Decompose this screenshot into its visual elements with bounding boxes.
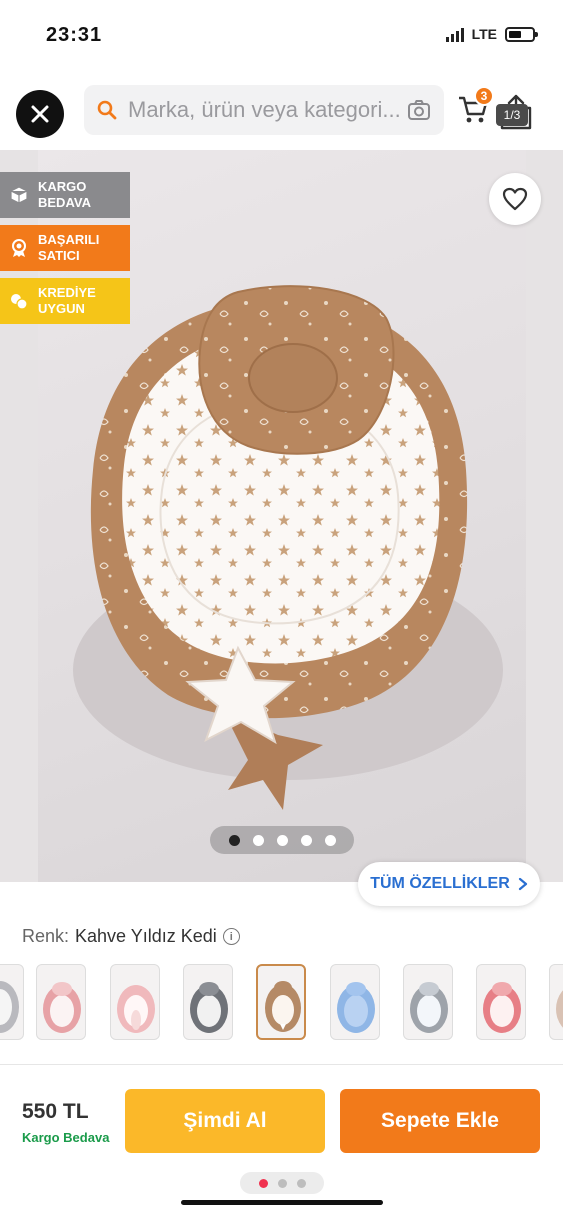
badge-line2: BEDAVA	[38, 195, 91, 210]
gallery-dot[interactable]	[252, 834, 264, 846]
heart-icon	[502, 187, 528, 211]
divider	[0, 1064, 563, 1065]
all-features-button[interactable]: TÜM ÖZELLİKLER	[358, 862, 540, 906]
page-dot	[296, 1178, 306, 1188]
search-placeholder: Marka, ürün veya kategori...	[128, 97, 401, 122]
variant-thumbnails	[0, 964, 563, 1042]
cart-count-badge: 3	[474, 86, 494, 106]
image-counter: 1/3	[496, 104, 528, 126]
variant-thumbnail[interactable]	[403, 964, 453, 1040]
search-icon	[97, 100, 117, 120]
variant-thumbnail[interactable]	[0, 964, 24, 1040]
info-icon[interactable]: i	[222, 928, 240, 945]
price: 550 TL	[22, 1100, 89, 1123]
buy-now-button[interactable]: Şimdi Al	[125, 1089, 325, 1153]
status-icons: LTE	[445, 26, 538, 42]
battery-icon	[505, 26, 538, 42]
variant-thumbnail[interactable]	[330, 964, 380, 1040]
favorite-button[interactable]	[489, 173, 541, 225]
coins-icon	[8, 290, 30, 312]
medal-icon	[8, 237, 30, 259]
variant-thumbnail[interactable]	[476, 964, 526, 1040]
cart-button[interactable]: 3	[456, 86, 496, 132]
variant-value: Kahve Yıldız Kedi	[75, 926, 217, 946]
status-time: 23:31	[46, 24, 103, 46]
home-indicator[interactable]	[181, 1200, 383, 1205]
variant-label: Renk:	[22, 926, 70, 946]
close-button[interactable]	[16, 90, 64, 138]
gallery-dot[interactable]	[276, 834, 288, 846]
box-icon	[8, 184, 30, 206]
chevron-right-icon	[518, 877, 527, 891]
variant-thumbnail[interactable]	[36, 964, 86, 1040]
page-dot	[258, 1178, 268, 1188]
status-bar: 23:31 LTE	[0, 0, 563, 72]
variant-thumbnail-selected[interactable]	[256, 964, 306, 1040]
search-input[interactable]: Marka, ürün veya kategori...	[84, 85, 444, 135]
badge-line1: KARGO	[38, 179, 87, 195]
page-dot	[277, 1178, 287, 1188]
variant-thumbnail[interactable]	[110, 964, 160, 1040]
badge-list: KARGO BEDAVA BAŞARILI SATICI KREDİYE UYGUN	[0, 172, 130, 324]
shipping-label: Kargo Bedava	[22, 1130, 110, 1145]
page-indicator	[240, 1172, 324, 1194]
badge-successful-seller: BAŞARILI SATICI	[0, 225, 130, 271]
network-label: LTE	[471, 26, 497, 42]
gallery-pagination[interactable]	[210, 826, 354, 854]
badge-line1: BAŞARILI	[38, 232, 100, 248]
camera-search-icon[interactable]	[406, 97, 432, 123]
badge-credit-eligible: KREDİYE UYGUN	[0, 278, 130, 324]
add-to-cart-button[interactable]: Sepete Ekle	[340, 1089, 540, 1153]
badge-line2: UYGUN	[38, 301, 85, 316]
all-features-label: TÜM ÖZELLİKLER	[370, 875, 510, 892]
gallery-dot[interactable]	[228, 834, 240, 846]
close-icon	[31, 105, 49, 123]
variant-row: Renk: Kahve Yıldız Kedi i	[22, 926, 240, 947]
badge-line2: SATICI	[38, 248, 80, 263]
gallery-dot[interactable]	[300, 834, 312, 846]
variant-thumbnail[interactable]	[183, 964, 233, 1040]
product-gallery[interactable]: KARGO BEDAVA BAŞARILI SATICI KREDİYE UYGUN	[0, 150, 563, 882]
badge-line1: KREDİYE	[38, 285, 96, 301]
badge-free-shipping: KARGO BEDAVA	[0, 172, 130, 218]
gallery-dot[interactable]	[324, 834, 336, 846]
signal-icon	[445, 26, 464, 42]
variant-thumbnail[interactable]	[549, 964, 563, 1040]
